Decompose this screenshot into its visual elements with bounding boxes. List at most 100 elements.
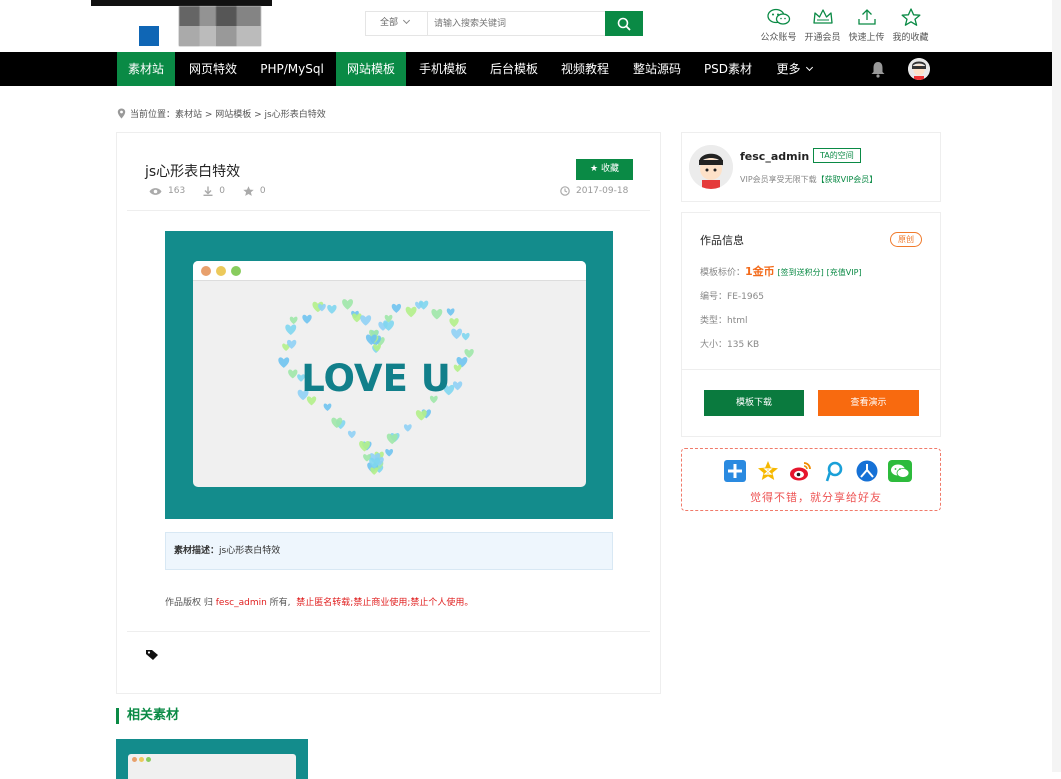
heart-particle [347,430,356,439]
author-name[interactable]: fesc_admin [740,150,809,163]
sign-in-points-link[interactable]: [签到送积分] [778,268,824,277]
price-value: 1金币 [745,265,775,278]
main-nav: 素材站 网页特效 PHP/MySql 网站模板 手机模板 后台模板 视频教程 整… [0,52,1061,86]
share-renren-button[interactable] [850,460,883,482]
description-label: 素材描述： [174,546,220,556]
breadcrumb: 当前位置： 素材站 > 网站模板 > js心形表白特效 [117,107,326,120]
heart-particle [405,306,417,318]
crown-icon [812,9,833,24]
nav-more-label: 更多 [776,62,801,76]
star-icon: ★ [590,164,599,174]
search-input[interactable] [428,12,605,35]
heart-particle [385,449,394,457]
my-favorites-button[interactable]: 我的收藏 [887,8,934,43]
price-label: 模板标价： [700,268,746,278]
nav-item-more[interactable]: 更多 [766,52,822,86]
author-card: fesc_admin TA的空间 VIP会员享受无限下载【获取VIP会员】 [681,132,941,202]
nav-item-site-templates[interactable]: 网站模板 [336,52,406,86]
download-icon [203,186,213,196]
share-plus-button[interactable] [718,460,751,482]
avatar-face-icon [908,58,930,80]
heart-particle [391,303,402,313]
thumb-dot-red [132,757,137,762]
heart-particle [418,300,429,310]
nav-item-mobile-templates[interactable]: 手机模板 [411,52,475,86]
share-box: 觉得不错，就分享给好友 [681,448,941,511]
weibo-icon [789,462,811,481]
open-vip-button[interactable]: 开通会员 [799,8,846,43]
work-info-heading: 作品信息 [700,234,744,247]
divider [682,369,940,370]
wechat-icon [766,8,790,25]
location-pin-icon [117,108,126,119]
thumb-dot-green [146,757,151,762]
nav-item-video-tutorials[interactable]: 视频教程 [553,52,617,86]
share-icons [718,460,916,482]
star-icon [901,8,920,26]
page-scrollbar[interactable] [1052,0,1061,772]
preview-love-text: LOVE U [301,357,451,400]
my-favorites-label: 我的收藏 [892,33,929,43]
stars-value: 0 [259,186,266,196]
author-space-button[interactable]: TA的空间 [813,148,861,163]
share-text: 觉得不错，就分享给好友 [750,491,882,504]
id-value: FE-1965 [727,292,765,302]
nav-item-web-effects[interactable]: 网页特效 [181,52,245,86]
related-item-thumbnail[interactable] [116,739,308,779]
author-avatar[interactable] [689,145,733,189]
search-button[interactable] [605,11,643,36]
nav-item-admin-templates[interactable]: 后台模板 [482,52,546,86]
share-wechat-button[interactable] [883,460,916,482]
breadcrumb-path[interactable]: 素材站 > 网站模板 > js心形表白特效 [175,107,326,120]
upload-icon [857,9,876,25]
get-vip-link[interactable]: 【获取VIP会员】 [817,175,878,184]
wechat-account-button[interactable]: 公众账号 [755,8,802,43]
share-pengyou-button[interactable] [817,460,850,482]
article-card: js心形表白特效 ★ 收藏 163 0 0 2017-09-18 LOVE U … [116,132,661,694]
copyright-prefix: 作品版权 归 [165,598,213,608]
heart-particle [453,364,462,373]
nav-item-php[interactable]: PHP/MySql [254,52,330,86]
top-header: 全部 公众账号 开通会员 快速上传 我的收藏 [0,0,1061,52]
downloads-count: 0 [203,186,225,196]
browser-dot-yellow [216,265,226,276]
heart-particle [415,410,427,421]
site-logo[interactable] [139,26,159,46]
user-avatar[interactable] [908,58,930,80]
thumb-dot-yellow [139,757,144,762]
nav-item-site-source[interactable]: 整站源码 [625,52,689,86]
notification-bell-button[interactable] [870,60,886,81]
downloads-value: 0 [219,186,225,196]
copyright-line: 作品版权 归 fesc_admin 所有, 禁止匿名转载;禁止商业使用;禁止个人… [165,595,473,608]
copyright-warning: 禁止匿名转载;禁止商业使用;禁止个人使用。 [296,598,474,608]
recharge-vip-link[interactable]: [充值VIP] [827,268,862,277]
quick-upload-button[interactable]: 快速上传 [843,8,890,43]
wechat-icon [887,460,912,482]
share-qzone-button[interactable] [751,460,784,482]
search-scope-select[interactable]: 全部 [366,12,428,35]
preview-image[interactable]: LOVE U [165,231,613,519]
bell-icon [871,62,885,78]
view-demo-button[interactable]: 查看演示 [818,390,919,416]
heart-particle [403,424,412,432]
heart-particle [327,304,337,314]
clock-icon [560,186,570,196]
heart-animation: LOVE U [278,299,474,475]
nav-item-psd[interactable]: PSD素材 [696,52,760,86]
heart-particle [451,328,463,340]
nav-item-home[interactable]: 素材站 [117,52,175,86]
avatar-face-icon [689,145,733,189]
favorite-button[interactable]: ★ 收藏 [576,159,633,180]
heart-particle [278,357,290,368]
price-row: 模板标价：1金币 [签到送积分] [充值VIP] [700,263,862,279]
heart-particle [288,369,298,379]
download-button[interactable]: 模板下载 [704,390,804,416]
copyright-owner-link[interactable]: fesc_admin [216,598,267,608]
breadcrumb-prefix: 当前位置： [130,110,176,120]
size-label: 大小： [700,340,728,350]
related-section-title: 相关素材 [116,708,179,724]
search-icon [617,17,631,31]
open-vip-label: 开通会员 [804,33,841,43]
vip-text: VIP会员享受无限下载 [740,175,817,184]
share-weibo-button[interactable] [784,460,817,482]
